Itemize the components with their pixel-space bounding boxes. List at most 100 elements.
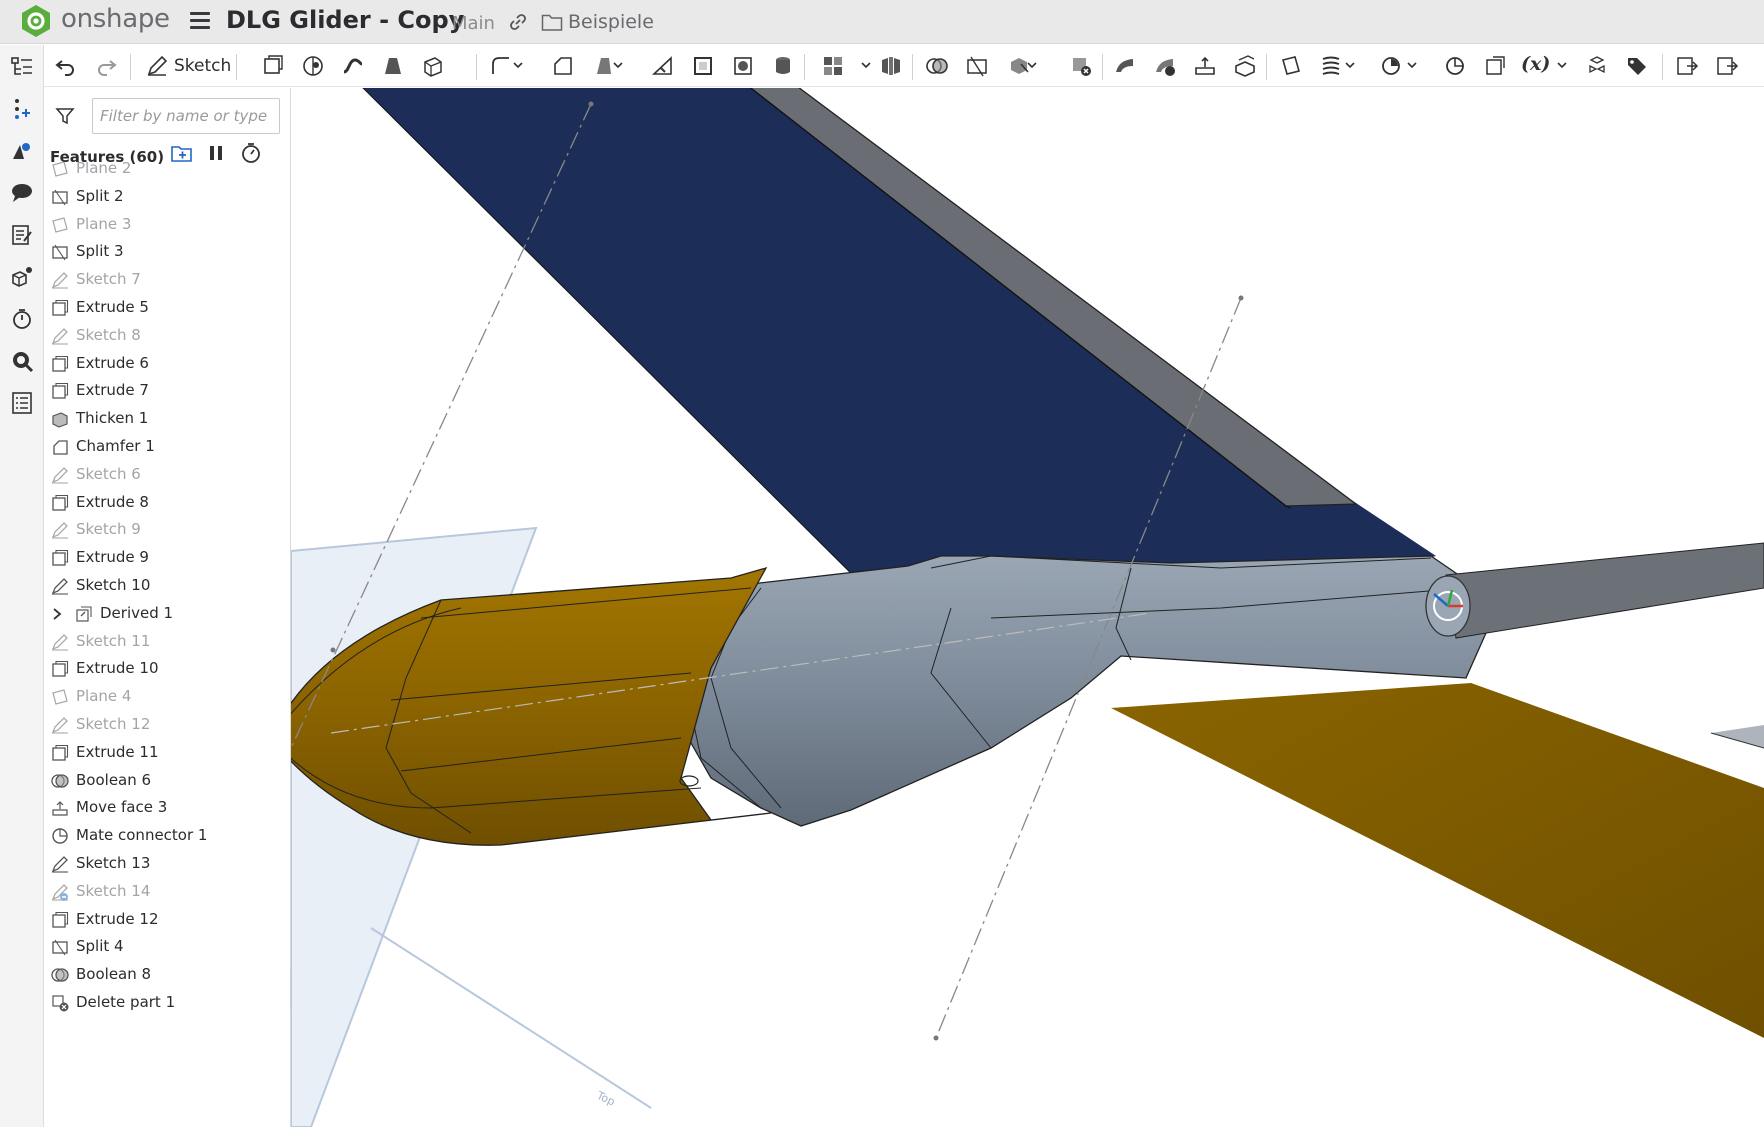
feature-row[interactable]: Sketch 10 [45, 571, 290, 601]
feature-row[interactable]: Split 4 [45, 932, 290, 962]
wing-lower[interactable] [1111, 683, 1764, 1038]
feature-row[interactable]: Extrude 6 [45, 349, 290, 379]
feature-row[interactable]: Delete part 1 [45, 988, 290, 1018]
glider-model[interactable]: Top [291, 88, 1764, 1127]
feature-label: Extrude 5 [76, 298, 149, 316]
rib-icon[interactable] [648, 50, 678, 82]
add-instance-icon[interactable] [8, 95, 36, 123]
import-icon[interactable] [1672, 50, 1702, 82]
loft-icon[interactable] [378, 50, 408, 82]
modify-fillet-icon[interactable] [1110, 50, 1140, 82]
feature-row[interactable]: Sketch 6 [45, 460, 290, 490]
mate-connector-icon[interactable] [1440, 50, 1470, 82]
boolean-icon[interactable] [922, 50, 952, 82]
feature-row[interactable]: Thicken 1 [45, 404, 290, 434]
feature-row[interactable]: Chamfer 1 [45, 432, 290, 462]
notes-icon[interactable] [8, 221, 36, 249]
feature-row[interactable]: Boolean 6 [45, 766, 290, 796]
chevron-down-icon[interactable] [612, 59, 624, 71]
feature-row[interactable]: Sketch 13 [45, 849, 290, 879]
feature-label: Extrude 6 [76, 353, 149, 372]
thicken-icon[interactable] [418, 50, 448, 82]
feature-row[interactable]: Extrude 12 [45, 905, 290, 935]
feature-row[interactable]: Extrude 7 [45, 376, 290, 406]
feature-row[interactable]: Sketch 12 [45, 710, 290, 740]
search-icon[interactable] [8, 347, 36, 375]
delete-part-icon[interactable] [1066, 50, 1096, 82]
feature-row[interactable]: Boolean 8 [45, 960, 290, 990]
replace-face-icon[interactable] [1230, 50, 1260, 82]
feature-row[interactable]: Sketch 14 [45, 877, 290, 907]
document-title[interactable]: DLG Glider - Copy [226, 6, 464, 34]
extrude-icon [52, 299, 69, 316]
cylinder-icon[interactable] [768, 50, 798, 82]
feature-row[interactable]: Mate connector 1 [45, 821, 290, 851]
filter-icon[interactable] [55, 106, 75, 126]
feature-row[interactable]: Sketch 11 [45, 627, 290, 657]
mate-connector-icon [52, 828, 68, 844]
revolve-icon[interactable] [298, 50, 328, 82]
import-icon[interactable] [1712, 50, 1742, 82]
derived-icon[interactable] [1480, 50, 1510, 82]
feature-filter-input[interactable] [92, 98, 280, 134]
shell-icon[interactable] [688, 50, 718, 82]
feature-row[interactable]: Plane 3 [45, 210, 290, 240]
feature-row[interactable]: Extrude 5 [45, 293, 290, 323]
sweep-icon[interactable] [338, 50, 368, 82]
feature-row[interactable]: Split 3 [45, 237, 290, 267]
feature-row[interactable]: Extrude 9 [45, 543, 290, 573]
feature-row[interactable]: Split 2 [45, 182, 290, 212]
feature-row[interactable]: Move face 3 [45, 793, 290, 823]
split-icon[interactable] [962, 50, 992, 82]
chamfer-icon[interactable] [548, 50, 578, 82]
feature-row[interactable]: Extrude 11 [45, 738, 290, 768]
feature-row[interactable]: Derived 1 [45, 599, 290, 629]
appearance-icon[interactable] [8, 137, 36, 165]
feature-label: Sketch 13 [76, 854, 151, 872]
helix-icon[interactable] [1316, 50, 1346, 82]
feature-list-icon[interactable] [8, 53, 36, 81]
history-icon[interactable] [8, 305, 36, 333]
feature-label: Split 3 [76, 242, 124, 261]
comments-icon[interactable] [8, 179, 36, 207]
feature-row[interactable]: Sketch 9 [45, 515, 290, 545]
undo-icon[interactable] [50, 50, 80, 82]
move-face-icon[interactable] [1190, 50, 1220, 82]
chevron-down-icon[interactable] [1026, 59, 1038, 71]
feature-label: Thicken 1 [76, 409, 149, 428]
tag-icon[interactable] [1622, 50, 1652, 82]
sketch-button[interactable]: Sketch [140, 51, 237, 81]
chevron-down-icon[interactable] [512, 59, 524, 71]
sketch-icon [51, 883, 68, 901]
parts-icon[interactable] [8, 263, 36, 291]
mirror-icon[interactable] [876, 50, 906, 82]
feature-row[interactable]: Extrude 8 [45, 488, 290, 518]
feature-row[interactable]: Extrude 10 [45, 654, 290, 684]
pattern-icon[interactable] [818, 50, 848, 82]
chevron-down-icon[interactable] [860, 59, 872, 71]
folder-name[interactable]: Beispiele [568, 11, 654, 33]
feature-row[interactable]: Plane 2 [45, 162, 290, 184]
menu-icon[interactable] [190, 12, 210, 32]
feature-row[interactable]: Sketch 8 [45, 321, 290, 351]
onshape-logo-icon[interactable] [20, 4, 52, 38]
feature-row[interactable]: Plane 4 [45, 682, 290, 712]
hole-icon[interactable] [728, 50, 758, 82]
configuration-icon[interactable] [1376, 50, 1406, 82]
variable-button[interactable]: (x) [1521, 53, 1550, 75]
toolbar-separator [1662, 54, 1663, 80]
branch-label[interactable]: Main [452, 13, 495, 34]
explode-icon[interactable] [1582, 50, 1612, 82]
graphics-viewport[interactable]: Top [291, 88, 1764, 1127]
chevron-right-icon[interactable] [51, 607, 63, 621]
link-icon[interactable] [508, 12, 528, 32]
extrude-icon[interactable] [258, 50, 288, 82]
feature-row[interactable]: Sketch 7 [45, 265, 290, 295]
properties-icon[interactable] [8, 389, 36, 417]
chevron-down-icon[interactable] [1344, 59, 1356, 71]
chevron-down-icon[interactable] [1406, 59, 1418, 71]
chevron-down-icon[interactable] [1556, 59, 1568, 71]
plane-icon[interactable] [1276, 50, 1306, 82]
redo-icon[interactable] [92, 50, 122, 82]
delete-face-icon[interactable] [1150, 50, 1180, 82]
